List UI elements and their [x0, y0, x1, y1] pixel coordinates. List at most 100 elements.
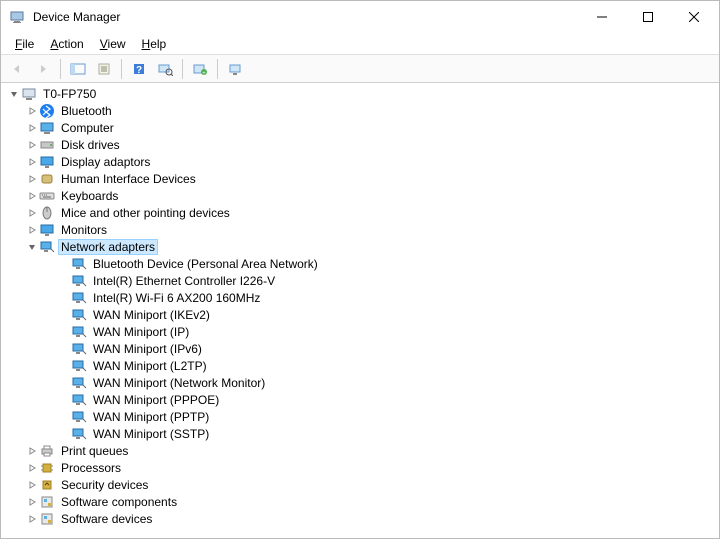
category-label: Computer: [59, 121, 116, 135]
device-node[interactable]: WAN Miniport (IP): [3, 323, 715, 340]
chevron-right-icon[interactable]: [25, 444, 39, 458]
root-node[interactable]: T0-FP750: [3, 85, 715, 102]
back-button[interactable]: [5, 58, 29, 80]
device-node[interactable]: WAN Miniport (IPv6): [3, 340, 715, 357]
toolbar: ? +: [1, 55, 719, 83]
category-label: Human Interface Devices: [59, 172, 198, 186]
forward-button[interactable]: [31, 58, 55, 80]
chevron-right-icon[interactable]: [25, 512, 39, 526]
category-label: Disk drives: [59, 138, 122, 152]
mouse-icon: [39, 205, 55, 221]
window-controls: [579, 2, 717, 32]
window-title: Device Manager: [33, 10, 120, 24]
printer-icon: [39, 443, 55, 459]
device-node[interactable]: WAN Miniport (IKEv2): [3, 306, 715, 323]
menu-view[interactable]: View: [92, 35, 134, 53]
category-node[interactable]: Monitors: [3, 221, 715, 238]
category-node[interactable]: Processors: [3, 459, 715, 476]
monitor-icon: [39, 222, 55, 238]
keyboard-icon: [39, 188, 55, 204]
minimize-button[interactable]: [579, 2, 625, 32]
add-legacy-hardware-button[interactable]: [223, 58, 247, 80]
device-node[interactable]: Intel(R) Wi-Fi 6 AX200 160MHz: [3, 289, 715, 306]
category-node[interactable]: Software devices: [3, 510, 715, 527]
category-node[interactable]: Security devices: [3, 476, 715, 493]
properties-button[interactable]: [92, 58, 116, 80]
scan-hardware-button[interactable]: [153, 58, 177, 80]
network-icon: [39, 239, 55, 255]
category-node[interactable]: Keyboards: [3, 187, 715, 204]
device-node[interactable]: WAN Miniport (SSTP): [3, 425, 715, 442]
chevron-right-icon[interactable]: [25, 478, 39, 492]
chevron-right-icon[interactable]: [25, 121, 39, 135]
update-driver-button[interactable]: +: [188, 58, 212, 80]
menu-file[interactable]: File: [7, 35, 42, 53]
network-icon: [71, 341, 87, 357]
app-icon: [9, 9, 25, 25]
network-icon: [71, 324, 87, 340]
category-node[interactable]: Bluetooth: [3, 102, 715, 119]
chevron-down-icon[interactable]: [25, 240, 39, 254]
show-hide-console-button[interactable]: [66, 58, 90, 80]
category-node[interactable]: Network adapters: [3, 238, 715, 255]
hid-icon: [39, 171, 55, 187]
category-label: Software components: [59, 495, 179, 509]
network-icon: [71, 358, 87, 374]
network-icon: [71, 375, 87, 391]
chevron-right-icon[interactable]: [25, 104, 39, 118]
computer-icon: [39, 120, 55, 136]
device-node[interactable]: WAN Miniport (PPPOE): [3, 391, 715, 408]
device-node[interactable]: Intel(R) Ethernet Controller I226-V: [3, 272, 715, 289]
display-icon: [39, 154, 55, 170]
chevron-down-icon[interactable]: [7, 87, 21, 101]
network-icon: [71, 392, 87, 408]
device-label: WAN Miniport (IP): [91, 325, 191, 339]
category-label: Print queues: [59, 444, 130, 458]
help-button[interactable]: ?: [127, 58, 151, 80]
menu-action[interactable]: Action: [42, 35, 91, 53]
device-label: Bluetooth Device (Personal Area Network): [91, 257, 320, 271]
chevron-right-icon[interactable]: [25, 206, 39, 220]
software-icon: [39, 494, 55, 510]
device-label: Intel(R) Wi-Fi 6 AX200 160MHz: [91, 291, 262, 305]
menubar: File Action View Help: [1, 33, 719, 55]
category-node[interactable]: Human Interface Devices: [3, 170, 715, 187]
device-node[interactable]: Bluetooth Device (Personal Area Network): [3, 255, 715, 272]
category-node[interactable]: Disk drives: [3, 136, 715, 153]
category-label: Network adapters: [59, 240, 157, 254]
menu-help[interactable]: Help: [134, 35, 175, 53]
chevron-right-icon[interactable]: [25, 155, 39, 169]
network-icon: [71, 256, 87, 272]
root-label: T0-FP750: [41, 87, 98, 101]
network-icon: [71, 426, 87, 442]
category-node[interactable]: Print queues: [3, 442, 715, 459]
device-node[interactable]: WAN Miniport (PPTP): [3, 408, 715, 425]
category-node[interactable]: Mice and other pointing devices: [3, 204, 715, 221]
category-node[interactable]: Software components: [3, 493, 715, 510]
chevron-right-icon[interactable]: [25, 138, 39, 152]
device-node[interactable]: WAN Miniport (L2TP): [3, 357, 715, 374]
chevron-right-icon[interactable]: [25, 495, 39, 509]
category-label: Monitors: [59, 223, 109, 237]
device-label: WAN Miniport (Network Monitor): [91, 376, 267, 390]
titlebar: Device Manager: [1, 1, 719, 33]
maximize-button[interactable]: [625, 2, 671, 32]
device-tree-pane[interactable]: T0-FP750 Bluetooth Computer Disk drives …: [1, 83, 719, 534]
chevron-right-icon[interactable]: [25, 223, 39, 237]
category-label: Software devices: [59, 512, 154, 526]
network-icon: [71, 307, 87, 323]
network-icon: [71, 273, 87, 289]
category-label: Bluetooth: [59, 104, 114, 118]
device-label: WAN Miniport (PPPOE): [91, 393, 221, 407]
category-node[interactable]: Display adaptors: [3, 153, 715, 170]
category-node[interactable]: Computer: [3, 119, 715, 136]
device-node[interactable]: WAN Miniport (Network Monitor): [3, 374, 715, 391]
chevron-right-icon[interactable]: [25, 172, 39, 186]
chevron-right-icon[interactable]: [25, 461, 39, 475]
svg-text:?: ?: [136, 65, 142, 76]
device-label: WAN Miniport (SSTP): [91, 427, 211, 441]
category-label: Security devices: [59, 478, 150, 492]
chevron-right-icon[interactable]: [25, 189, 39, 203]
close-button[interactable]: [671, 2, 717, 32]
computer-icon: [21, 86, 37, 102]
